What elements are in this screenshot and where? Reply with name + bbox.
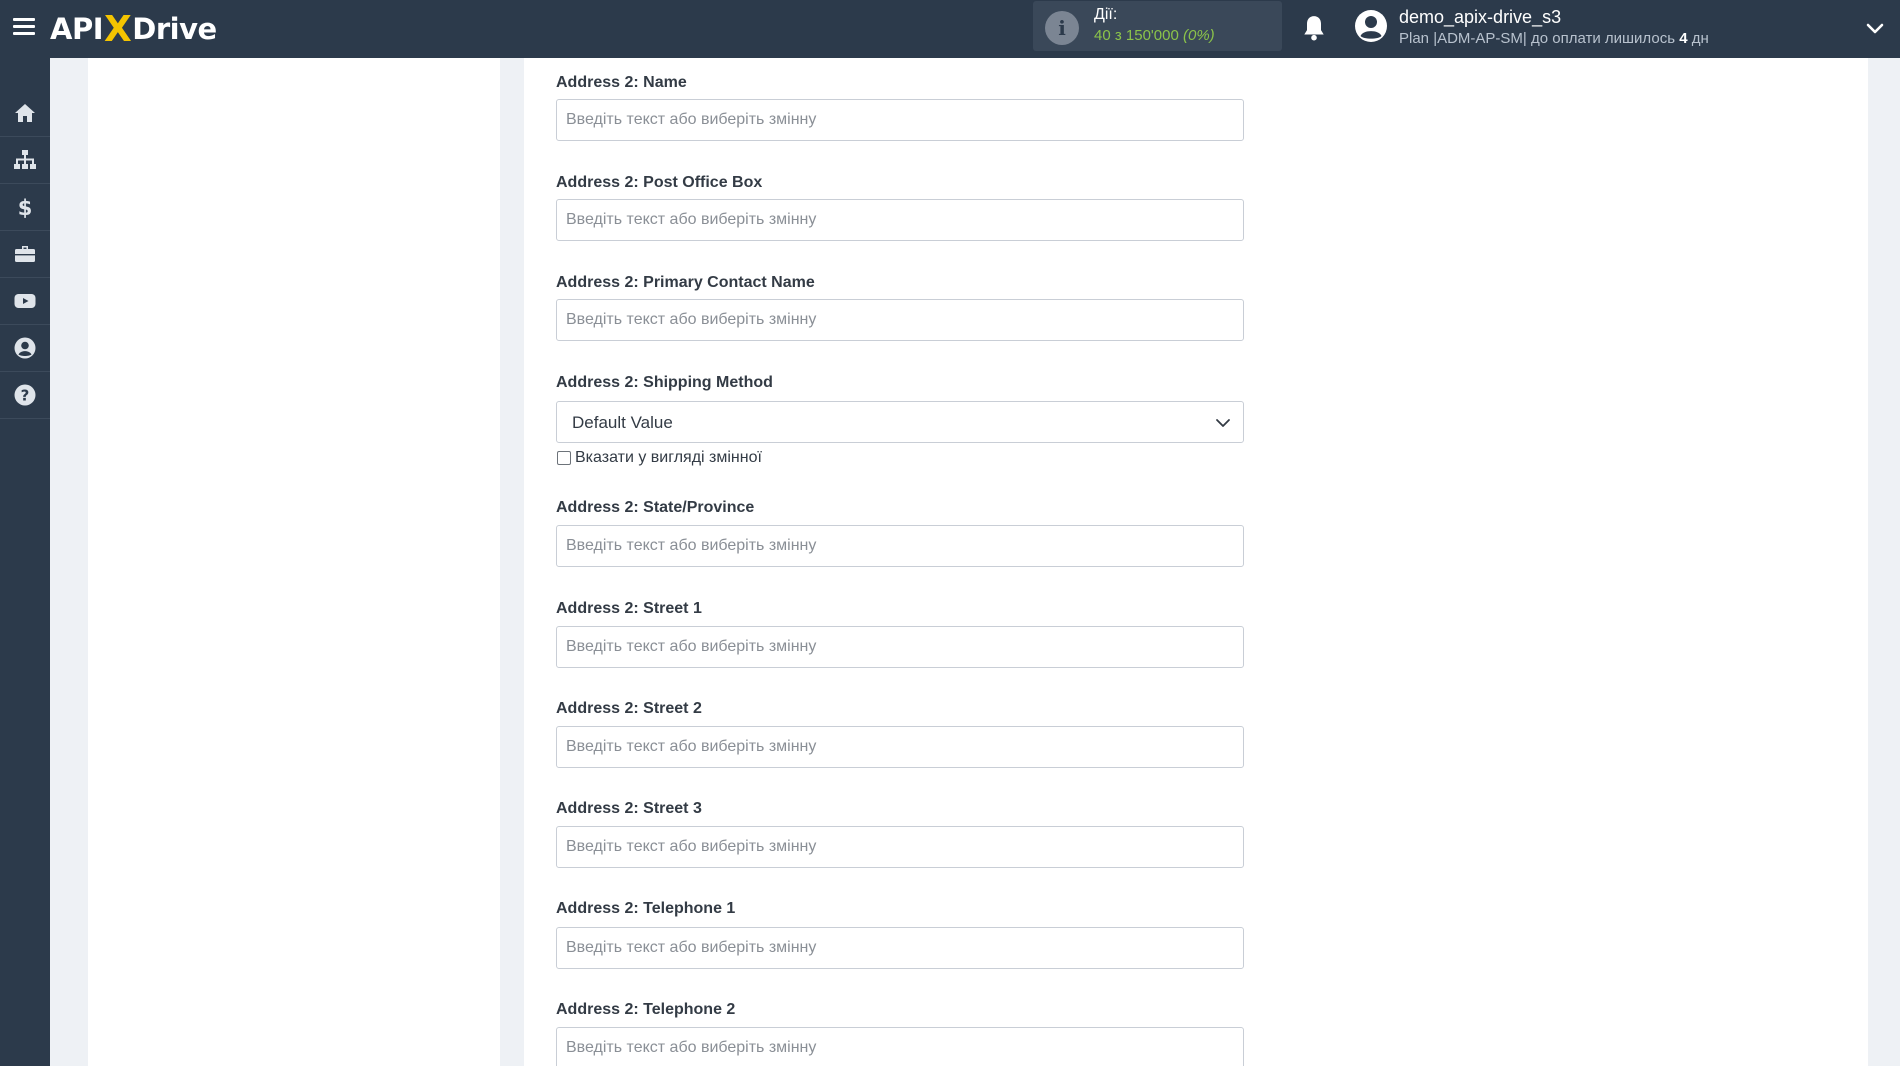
home-icon xyxy=(15,104,35,122)
as-variable-checkbox[interactable] xyxy=(557,451,571,465)
field-label-primary-contact-name: Address 2: Primary Contact Name xyxy=(556,274,815,291)
plan-text: Plan |ADM-AP-SM| до оплати лишилось xyxy=(1399,30,1680,47)
as-variable-label[interactable]: Вказати у вигляді змінної xyxy=(575,449,762,467)
sidebar-item-services[interactable] xyxy=(0,231,50,278)
sitemap-icon xyxy=(14,150,36,169)
days-left: 4 xyxy=(1679,30,1688,47)
street-2-input[interactable] xyxy=(556,726,1244,768)
days-unit: дн xyxy=(1687,30,1709,47)
field-label-street-2: Address 2: Street 2 xyxy=(556,700,702,717)
sidebar-item-home[interactable] xyxy=(0,90,50,137)
svg-text:?: ? xyxy=(21,387,30,405)
youtube-icon xyxy=(14,294,36,308)
street-3-input[interactable] xyxy=(556,826,1244,868)
chevron-down-icon xyxy=(1216,419,1230,427)
field-label-street-3: Address 2: Street 3 xyxy=(556,800,702,817)
shipping-method-value: Default Value xyxy=(572,413,673,432)
dollar-icon: $ xyxy=(18,196,33,219)
svg-text:$: $ xyxy=(18,196,33,219)
user-circle-icon xyxy=(14,337,36,359)
username[interactable]: demo_apix-drive_s3 xyxy=(1399,7,1561,28)
state-province-input[interactable] xyxy=(556,525,1244,567)
field-label-telephone-2: Address 2: Telephone 2 xyxy=(556,1001,736,1018)
actions-count-value: 40 з 150'000 xyxy=(1094,27,1179,44)
question-circle-icon: ? xyxy=(14,384,36,406)
sidebar-item-help[interactable]: ? xyxy=(0,372,50,419)
as-variable-option: Вказати у вигляді змінної xyxy=(557,449,762,467)
apix-drive-logo[interactable]: API X Drive xyxy=(50,8,217,50)
post-office-box-input[interactable] xyxy=(556,199,1244,241)
shipping-method-select[interactable]: Default Value xyxy=(556,401,1244,443)
menu-icon[interactable] xyxy=(13,16,37,38)
logo-api: API xyxy=(50,12,104,46)
bell-icon[interactable] xyxy=(1301,14,1327,42)
logo-x: X xyxy=(104,8,132,50)
actions-title: Дії: xyxy=(1094,6,1118,23)
sidebar-item-billing[interactable]: $ xyxy=(0,184,50,231)
telephone-2-input[interactable] xyxy=(556,1027,1244,1066)
field-label-name: Address 2: Name xyxy=(556,74,687,91)
primary-contact-name-input[interactable] xyxy=(556,299,1244,341)
telephone-1-input[interactable] xyxy=(556,927,1244,969)
plan-info: Plan |ADM-AP-SM| до оплати лишилось 4 дн xyxy=(1399,30,1709,47)
field-label-shipping-method: Address 2: Shipping Method xyxy=(556,374,773,391)
briefcase-icon xyxy=(15,246,35,262)
sidebar-item-connections[interactable] xyxy=(0,137,50,184)
actions-percent: (0%) xyxy=(1183,27,1215,44)
field-label-telephone-1: Address 2: Telephone 1 xyxy=(556,900,736,917)
chevron-down-icon[interactable] xyxy=(1864,17,1886,39)
street-1-input[interactable] xyxy=(556,626,1244,668)
field-label-post-office-box: Address 2: Post Office Box xyxy=(556,174,763,191)
top-bar: API X Drive i Дії: 40 з 150'000 (0%) demo_… xyxy=(0,0,1900,58)
avatar-icon[interactable] xyxy=(1354,9,1388,43)
actions-count: 40 з 150'000 (0%) xyxy=(1094,27,1215,44)
logo-drive: Drive xyxy=(132,12,217,46)
info-icon: i xyxy=(1045,11,1079,45)
sidebar: $ ? xyxy=(0,58,50,1066)
name-input[interactable] xyxy=(556,99,1244,141)
field-label-street-1: Address 2: Street 1 xyxy=(556,600,702,617)
sidebar-item-account[interactable] xyxy=(0,325,50,372)
left-panel xyxy=(88,58,500,1066)
sidebar-item-video[interactable] xyxy=(0,278,50,325)
actions-counter: i Дії: 40 з 150'000 (0%) xyxy=(1033,1,1282,51)
field-label-state-province: Address 2: State/Province xyxy=(556,499,755,516)
